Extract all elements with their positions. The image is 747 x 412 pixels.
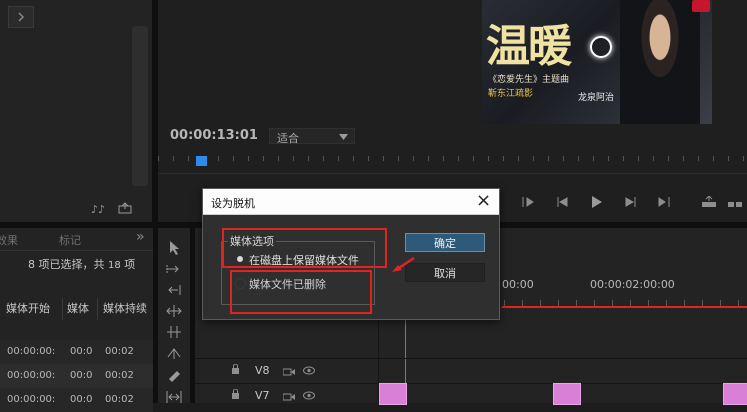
cell: 00:0 xyxy=(70,370,93,381)
cell: 00:00:00: xyxy=(7,370,56,381)
video-singer: 龙泉阿治 xyxy=(578,93,615,103)
selection-prefix: 8 项已选择，共 xyxy=(28,258,105,271)
extract-icon[interactable] xyxy=(724,194,746,210)
eye-icon[interactable] xyxy=(303,365,315,378)
project-panel: 效果 标记 » 8 项已选择，共 18 项 媒体开始 媒体 媒体持续 00:00… xyxy=(0,228,153,412)
tools-panel xyxy=(158,228,190,403)
cancel-button[interactable]: 取消 xyxy=(405,263,485,282)
wrench-icon[interactable]: ♪♪ xyxy=(91,203,105,216)
video-clip[interactable] xyxy=(723,383,747,405)
header-divider-1 xyxy=(62,298,63,320)
razor-icon[interactable] xyxy=(163,345,185,361)
header-divider-2 xyxy=(97,298,98,320)
left-top-panel: ♪♪ xyxy=(0,0,152,222)
video-subtitle: 《恋爱先生》主题曲 xyxy=(488,75,570,85)
track-select-icon[interactable] xyxy=(163,261,185,277)
col-media-start[interactable]: 媒体开始 xyxy=(6,300,50,316)
person-figure xyxy=(620,0,700,124)
video-clip[interactable] xyxy=(553,383,581,405)
step-forward-icon[interactable] xyxy=(620,194,642,210)
track-v8: V8 xyxy=(195,358,747,383)
monitor-ruler[interactable] xyxy=(158,154,747,174)
dialog-titlebar[interactable]: 设为脱机 × xyxy=(203,189,499,215)
col-media-duration[interactable]: 媒体持续 xyxy=(103,300,147,316)
ripple-edit-icon[interactable] xyxy=(163,282,185,298)
step-back-icon[interactable] xyxy=(551,194,573,210)
play-icon[interactable] xyxy=(586,194,608,210)
selection-count: 18 xyxy=(108,260,121,271)
annotation-box-1 xyxy=(222,228,387,268)
work-area-bar[interactable] xyxy=(502,306,747,308)
selection-status: 8 项已选择，共 18 项 xyxy=(28,256,135,272)
cell: 00:00:00: xyxy=(7,346,56,357)
tab-effects[interactable]: 效果 xyxy=(0,232,18,248)
cell: 00:0 xyxy=(70,346,93,357)
tab-markers[interactable]: 标记 xyxy=(59,232,81,248)
chevron-right-icon[interactable] xyxy=(8,6,34,28)
close-icon[interactable]: × xyxy=(476,190,491,211)
ok-button[interactable]: 确定 xyxy=(405,233,485,252)
annotation-box-2 xyxy=(230,270,372,314)
track-name: V8 xyxy=(255,364,270,377)
cell: 00:02 xyxy=(105,370,134,381)
cell: 00:0 xyxy=(70,394,93,405)
table-row[interactable]: 00:00:00: 00:0 00:02 xyxy=(0,364,153,388)
column-headers: 媒体开始 媒体 媒体持续 xyxy=(0,300,153,322)
track-v7: V7 xyxy=(195,383,747,408)
lock-icon[interactable] xyxy=(231,363,240,377)
step-in-icon[interactable] xyxy=(517,194,539,210)
hexagon-emblem xyxy=(590,36,612,58)
camera-icon[interactable] xyxy=(282,391,295,404)
video-frame: 温暖 《恋爱先生》主题曲 靳东江疏影 龙泉阿治 xyxy=(482,0,712,124)
ruler-label: 00:00 xyxy=(502,278,534,291)
chevron-down-icon xyxy=(339,134,348,140)
ok-label: 确定 xyxy=(434,236,456,250)
timecode[interactable]: 00:00:13:01 xyxy=(170,128,258,143)
step-out-icon[interactable] xyxy=(653,194,675,210)
fit-label: 适合 xyxy=(277,132,299,145)
col-media[interactable]: 媒体 xyxy=(67,300,89,316)
track-name: V7 xyxy=(255,389,270,402)
ruler-label: 00:00:02:00:00 xyxy=(590,278,675,291)
eye-icon[interactable] xyxy=(303,390,315,403)
scrollbar[interactable] xyxy=(132,26,148,186)
selection-icon[interactable] xyxy=(163,240,185,256)
table-row[interactable]: 00:00:00: 00:0 00:02 xyxy=(0,388,153,412)
cell: 00:02 xyxy=(105,346,134,357)
table-row[interactable]: 00:00:00: 00:0 00:02 xyxy=(0,340,153,364)
lift-icon[interactable] xyxy=(698,194,720,210)
fit-dropdown[interactable]: 适合 xyxy=(269,128,355,145)
video-clip[interactable] xyxy=(379,383,407,405)
export-icon[interactable] xyxy=(118,202,132,214)
playhead-marker[interactable] xyxy=(196,156,207,166)
lock-icon[interactable] xyxy=(231,388,240,402)
panel-expand-icon[interactable]: » xyxy=(136,229,145,245)
selection-suffix: 项 xyxy=(124,258,136,271)
cell: 00:00:00: xyxy=(7,394,56,405)
annotation-arrow xyxy=(390,254,416,274)
dialog-title: 设为脱机 xyxy=(211,197,255,210)
camera-icon[interactable] xyxy=(282,366,295,379)
cell: 00:02 xyxy=(105,394,134,405)
cancel-label: 取消 xyxy=(434,266,456,280)
rate-stretch-icon[interactable] xyxy=(163,324,185,340)
channel-logo xyxy=(692,0,710,12)
rolling-edit-icon[interactable] xyxy=(163,303,185,319)
tab-underline xyxy=(0,250,153,251)
video-title: 温暖 xyxy=(486,21,572,72)
slip-icon[interactable] xyxy=(163,368,185,384)
video-line2: 靳东江疏影 xyxy=(488,89,534,99)
